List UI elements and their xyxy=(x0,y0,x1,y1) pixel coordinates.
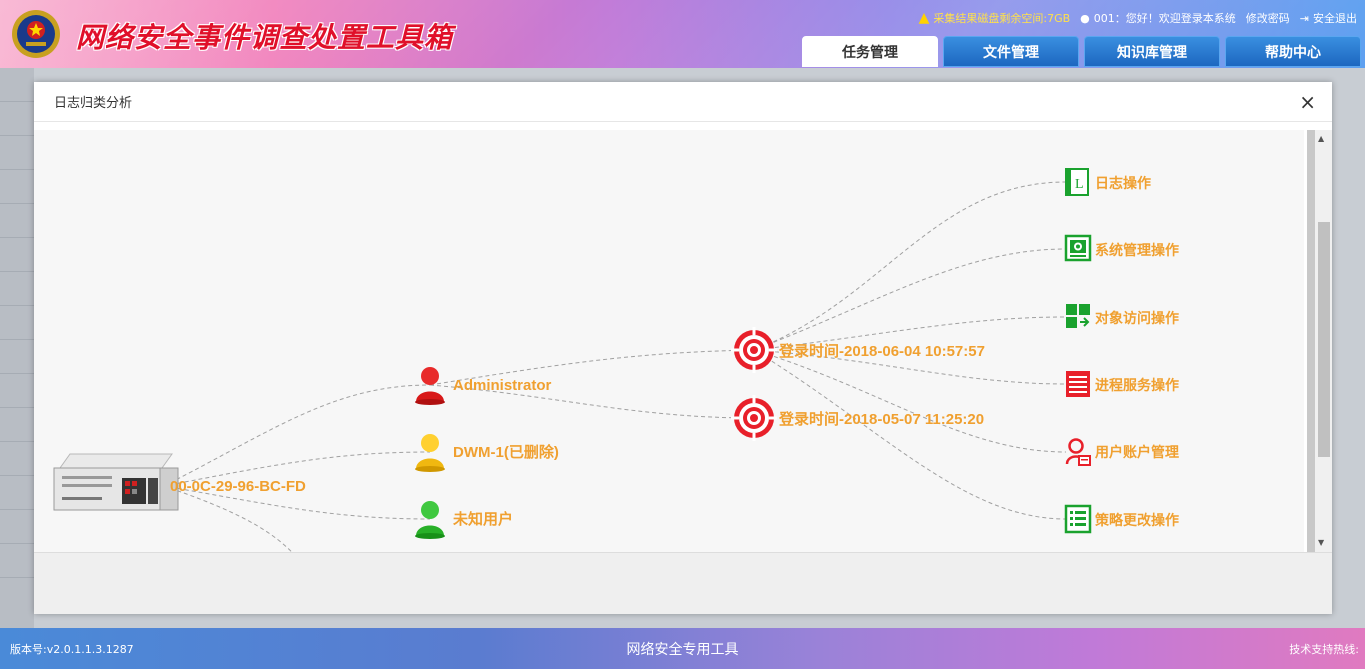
support-hotline-text: 技术支持热线: xyxy=(1289,643,1359,656)
close-button[interactable]: × xyxy=(1299,92,1316,112)
disk-warning: ▲ 采集结果磁盘剩余空间:7GB xyxy=(919,10,1071,26)
tab-knowledge-base[interactable]: 知识库管理 xyxy=(1084,36,1220,67)
category-label-process[interactable]: 进程服务操作 xyxy=(1095,377,1179,393)
scroll-down-arrow-icon[interactable]: ▼ xyxy=(1318,538,1324,547)
session-label-1[interactable]: 登录时间-2018-06-04 10:57:57 xyxy=(778,342,985,360)
category-label-account[interactable]: 用户账户管理 xyxy=(1095,444,1179,460)
dialog-header: 日志归类分析 xyxy=(34,82,1332,122)
footer-center-text: 网络安全专用工具 xyxy=(626,642,739,658)
graph-edges xyxy=(163,181,1067,552)
svg-text:L: L xyxy=(1075,177,1084,192)
top-status-bar: ▲ 采集结果磁盘剩余空间:7GB ● 001：您好！欢迎登录本系统 修改密码 ⇥… xyxy=(919,10,1357,26)
session-target-icon-2[interactable] xyxy=(731,395,777,441)
user-account-icon[interactable] xyxy=(1065,438,1091,466)
change-password-link[interactable]: 修改密码 xyxy=(1246,10,1290,26)
relationship-graph: 00-0C-29-96-BC-FD Administrator DWM-1(已删… xyxy=(53,168,1179,552)
dialog-title: 日志归类分析 xyxy=(54,96,133,111)
user-node-unknown[interactable] xyxy=(415,501,445,539)
system-settings-icon[interactable] xyxy=(1064,234,1092,262)
dialog-footer xyxy=(34,552,1332,614)
logout-icon: ⇥ xyxy=(1299,11,1309,25)
graph-canvas[interactable]: 00-0C-29-96-BC-FD Administrator DWM-1(已删… xyxy=(34,130,1304,552)
scrollbar-thumb[interactable] xyxy=(1318,222,1330,457)
log-book-icon[interactable]: L xyxy=(1065,168,1089,196)
police-emblem-logo xyxy=(12,10,60,58)
warning-icon: ▲ xyxy=(918,10,930,26)
logout-link[interactable]: ⇥ 安全退出 xyxy=(1300,10,1357,26)
user-label-dwm1[interactable]: DWM-1(已删除) xyxy=(453,443,559,461)
category-label-policy[interactable]: 策略更改操作 xyxy=(1094,512,1179,528)
main-nav-tabs: 任务管理 文件管理 知识库管理 帮助中心 xyxy=(802,36,1361,67)
session-label-2[interactable]: 登录时间-2018-05-07 11:25:20 xyxy=(778,410,984,428)
category-label-system[interactable]: 系统管理操作 xyxy=(1095,242,1179,258)
app-footer: 版本号:v2.0.1.1.3.1287 网络安全专用工具 技术支持热线: xyxy=(0,628,1365,669)
greeting-text: 001：您好！欢迎登录本系统 xyxy=(1093,12,1236,25)
user-label-unknown[interactable]: 未知用户 xyxy=(452,510,513,528)
category-label-log[interactable]: 日志操作 xyxy=(1095,175,1151,191)
vertical-scrollbar[interactable]: ▲ ▼ xyxy=(1304,130,1332,552)
user-icon: ● xyxy=(1080,11,1090,25)
session-target-icon-1[interactable] xyxy=(731,327,777,373)
app-header: 网络安全事件调查处置工具箱 ▲ 采集结果磁盘剩余空间:7GB ● 001：您好！… xyxy=(0,0,1365,68)
tab-task-management[interactable]: 任务管理 xyxy=(802,36,938,67)
server-node[interactable] xyxy=(53,453,179,511)
disk-warning-text: 采集结果磁盘剩余空间:7GB xyxy=(933,12,1071,25)
log-classification-dialog: 日志归类分析 × 00-0C-29-96-BC-FD Administrator… xyxy=(34,82,1332,614)
scroll-up-arrow-icon[interactable]: ▲ xyxy=(1318,134,1324,143)
app-title: 网络安全事件调查处置工具箱 xyxy=(76,21,454,54)
tab-file-management[interactable]: 文件管理 xyxy=(943,36,1079,67)
background-sidebar xyxy=(0,68,34,628)
tab-help-center[interactable]: 帮助中心 xyxy=(1225,36,1361,67)
user-label-administrator[interactable]: Administrator xyxy=(453,377,552,394)
category-label-object[interactable]: 对象访问操作 xyxy=(1095,310,1179,326)
logout-text: 安全退出 xyxy=(1313,12,1357,25)
root-node-label[interactable]: 00-0C-29-96-BC-FD xyxy=(170,478,306,495)
user-greeting: ● 001：您好！欢迎登录本系统 xyxy=(1080,10,1236,26)
process-list-icon[interactable] xyxy=(1066,371,1090,397)
object-access-icon[interactable] xyxy=(1066,304,1090,328)
policy-list-icon[interactable] xyxy=(1064,504,1092,534)
user-node-dwm1[interactable] xyxy=(415,434,445,472)
